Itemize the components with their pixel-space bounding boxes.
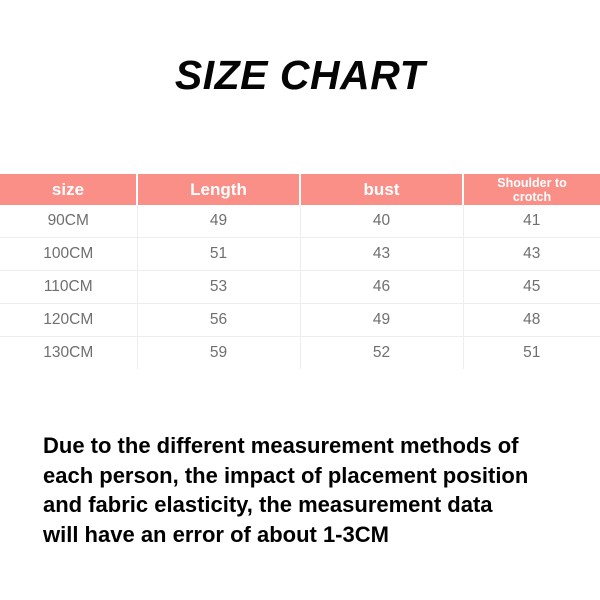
cell-shoulder-to-crotch: 51 [463,336,600,369]
cell-shoulder-to-crotch: 43 [463,237,600,271]
size-chart-table: size Length bust Shoulder to crotch 90CM… [0,174,600,369]
table-row: 100CM 51 43 43 [0,237,600,271]
cell-length: 49 [137,205,301,238]
column-header-bust: bust [300,174,464,205]
cell-length: 53 [137,270,301,304]
disclaimer-line: each person, the impact of placement pos… [43,462,529,488]
page-title: SIZE CHART [174,52,426,98]
column-header-shoulder-to-crotch-line2: crotch [512,189,552,204]
cell-length: 56 [137,303,301,337]
table-body: 90CM 49 40 41 100CM 51 43 43 110CM 53 46… [0,205,600,369]
table-row: 90CM 49 40 41 [0,205,600,238]
cell-size: 90CM [0,205,138,238]
table-row: 120CM 56 49 48 [0,303,600,337]
column-header-shoulder-to-crotch: Shoulder to crotch [463,174,600,205]
column-header-length: Length [137,174,301,205]
cell-length: 59 [137,336,301,369]
cell-bust: 43 [300,237,464,271]
cell-size: 130CM [0,336,138,369]
table-header: size Length bust Shoulder to crotch [0,174,600,205]
cell-bust: 49 [300,303,464,337]
measurement-disclaimer: Due to the different measurement methods… [43,431,588,549]
size-chart-page: SIZE CHART size Length bust Shoulder to … [0,0,600,600]
table-header-row: size Length bust Shoulder to crotch [0,174,600,205]
column-header-size: size [0,174,138,205]
cell-bust: 46 [300,270,464,304]
disclaimer-line: will have an error of about 1-3CM [43,521,389,547]
cell-shoulder-to-crotch: 48 [463,303,600,337]
cell-bust: 40 [300,205,464,238]
cell-length: 51 [137,237,301,271]
cell-shoulder-to-crotch: 45 [463,270,600,304]
table-row: 110CM 53 46 45 [0,270,600,304]
column-header-shoulder-to-crotch-line1: Shoulder to [497,175,567,190]
cell-size: 100CM [0,237,138,271]
cell-bust: 52 [300,336,464,369]
cell-shoulder-to-crotch: 41 [463,205,600,238]
disclaimer-line: Due to the different measurement methods… [43,433,519,458]
table-row: 130CM 59 52 51 [0,336,600,369]
cell-size: 120CM [0,303,138,337]
cell-size: 110CM [0,270,138,304]
disclaimer-line: and fabric elasticity, the measurement d… [43,492,493,517]
